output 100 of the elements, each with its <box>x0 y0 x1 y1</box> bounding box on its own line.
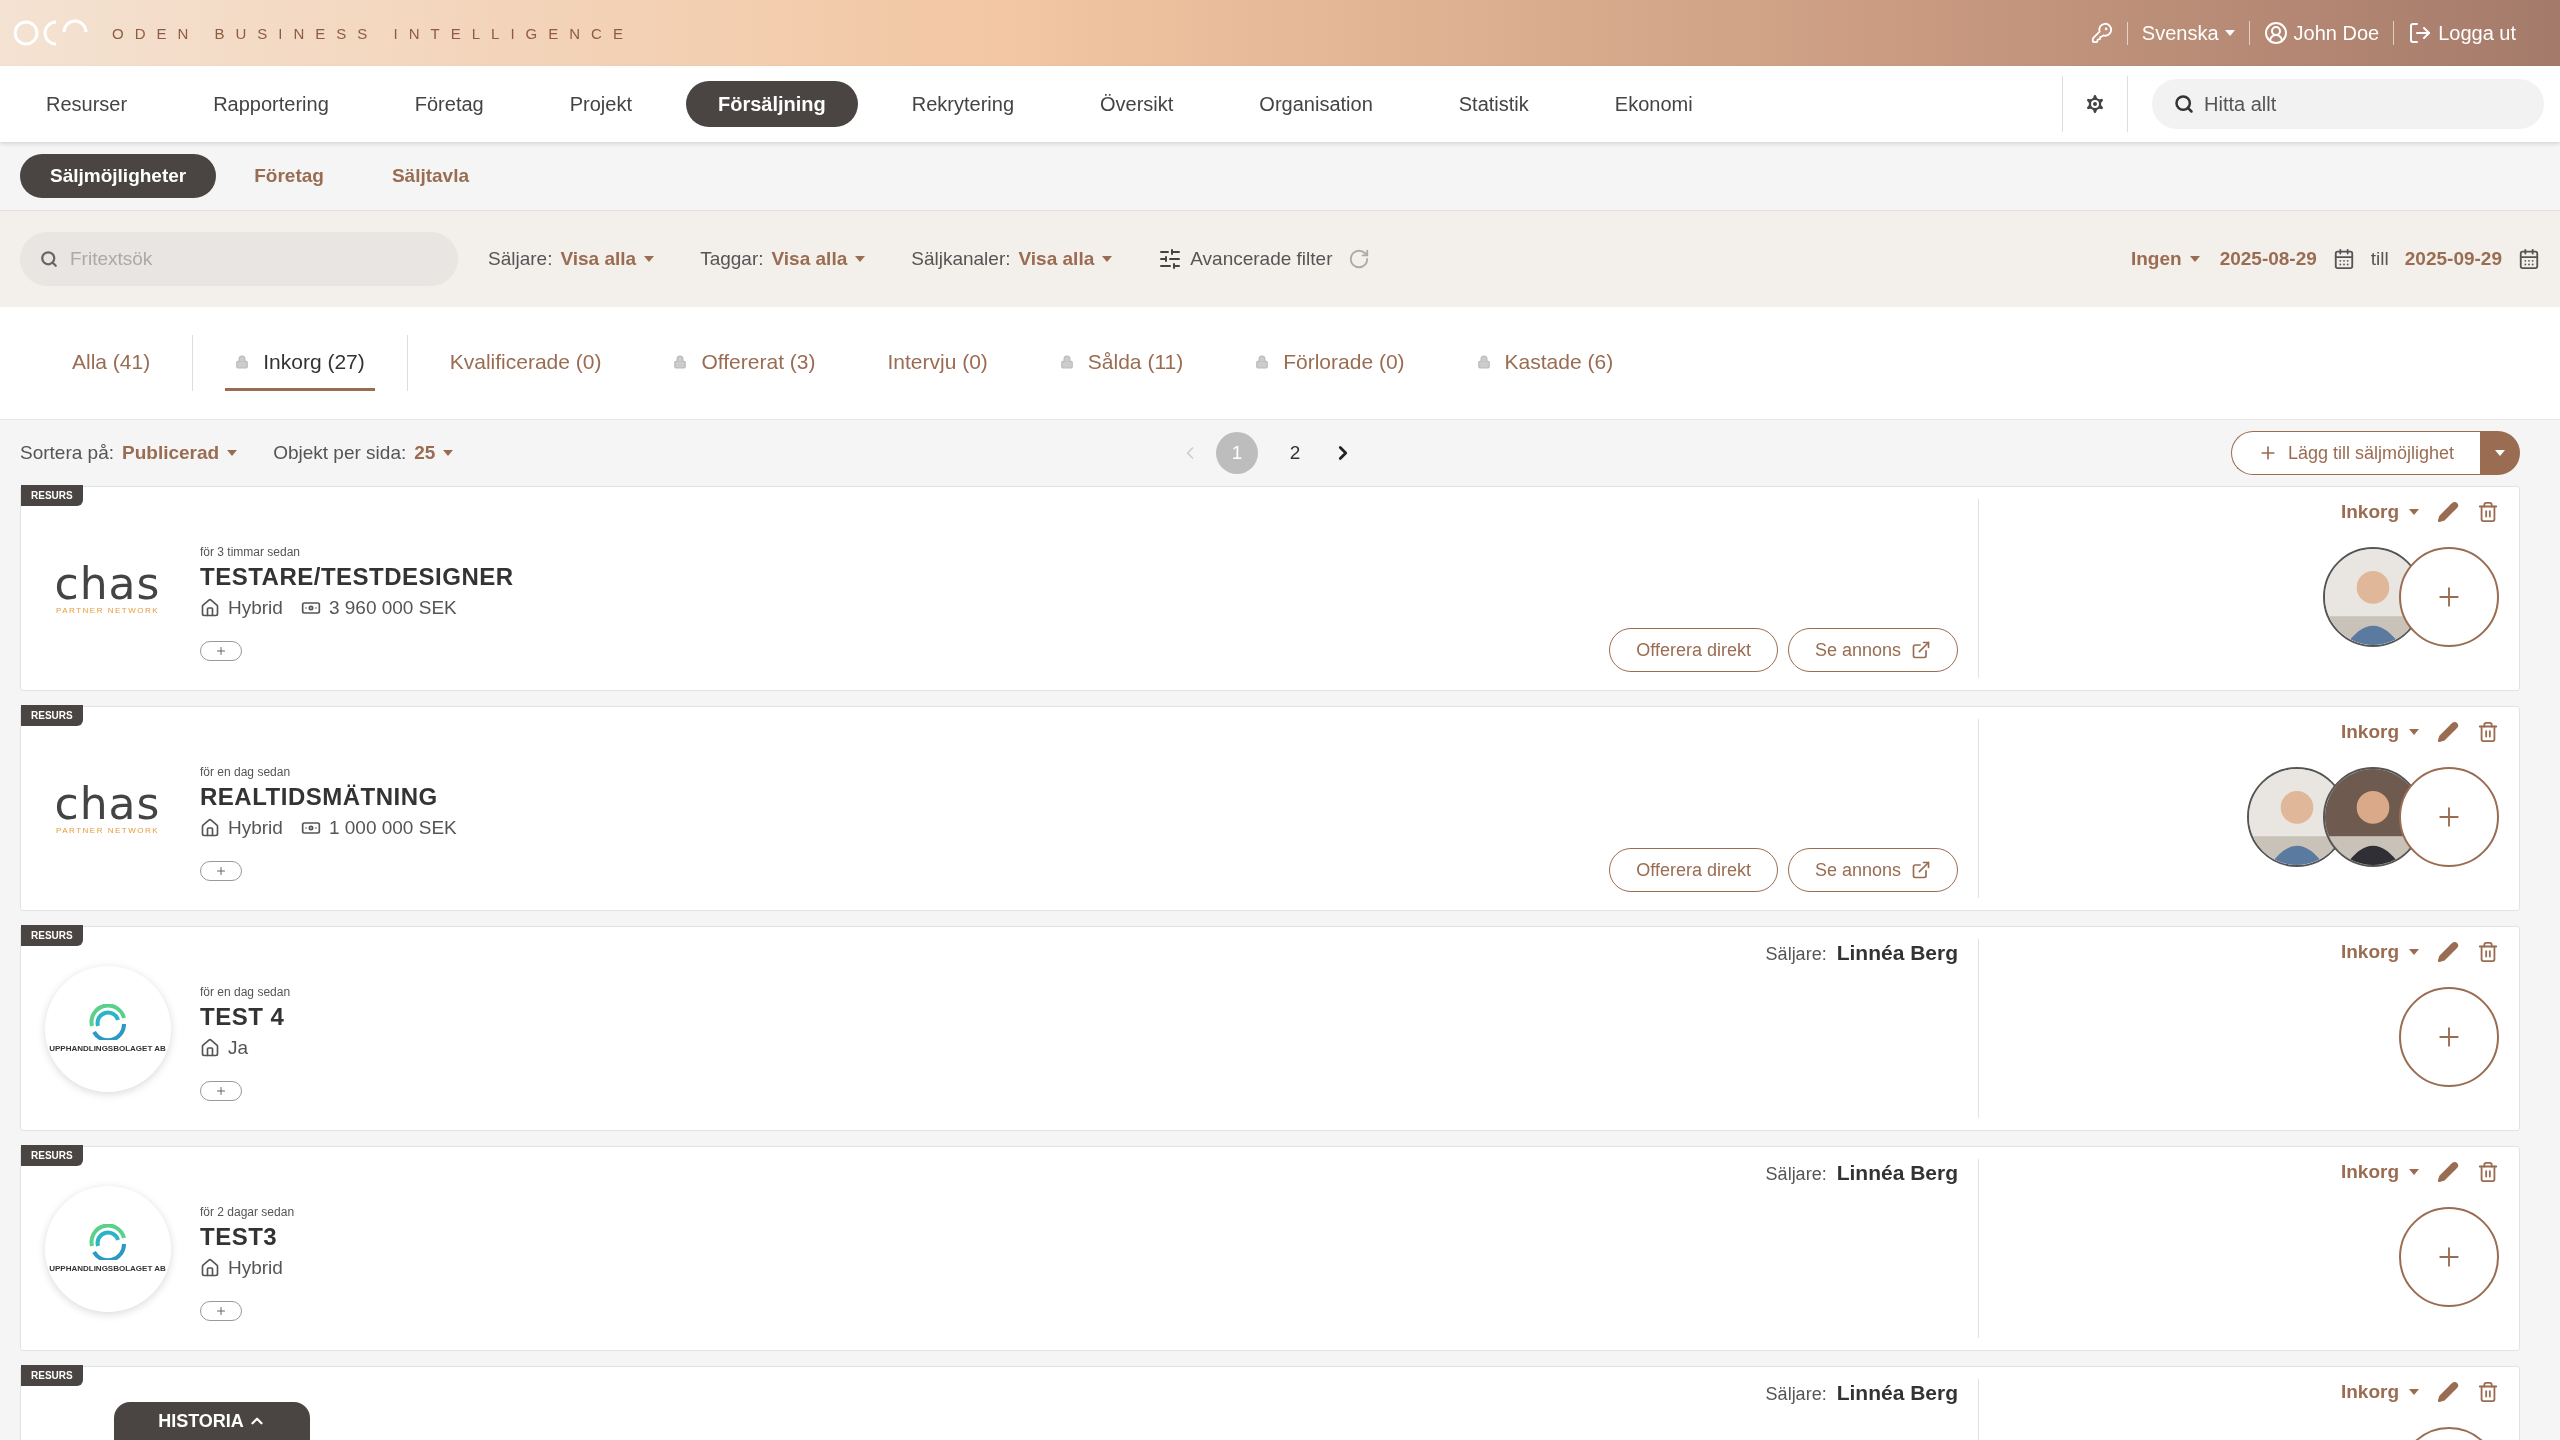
opportunity-title[interactable]: REALTIDSMÄTNING <box>200 783 1610 811</box>
status-dropdown[interactable]: Inkorg <box>2340 721 2419 743</box>
seller-name: Linnéa Berg <box>1836 1381 1958 1405</box>
status-tab[interactable]: Offererat (3) <box>663 335 826 391</box>
status-dropdown[interactable]: Inkorg <box>2340 1161 2419 1183</box>
nav-tab[interactable]: Organisation <box>1227 81 1405 127</box>
seller-name: Linnéa Berg <box>1836 941 1958 965</box>
history-button[interactable]: HISTORIA <box>114 1402 310 1440</box>
nav-tab[interactable]: Resurser <box>14 81 160 127</box>
edit-button[interactable] <box>2437 941 2459 963</box>
add-tag-button[interactable] <box>200 641 242 661</box>
status-tab[interactable]: Kastade (6) <box>1466 335 1624 391</box>
status-tab[interactable]: Kvalificerade (0) <box>439 335 612 391</box>
nav-tab[interactable]: Rapportering <box>181 81 361 127</box>
add-options-button[interactable] <box>2480 431 2520 475</box>
add-tag-button[interactable] <box>200 861 242 881</box>
pencil-icon <box>2437 1161 2459 1183</box>
trash-icon <box>2477 1161 2499 1183</box>
view-ad-button[interactable]: Se annons <box>1787 628 1958 672</box>
page-button[interactable]: 2 <box>1274 432 1316 474</box>
status-tab[interactable]: Sålda (11) <box>1049 335 1194 391</box>
advanced-filter-button[interactable]: Avancerade filter <box>1158 247 1333 271</box>
opportunity-card[interactable]: RESURS chas PARTNER NETWORK för 3 timmar sedan TESTARE/TESTDESIGNER Hybrid 3 960 000 SEK Offerera direkt Se annons Inkorg <box>20 486 2520 691</box>
posted-time: för 3 timmar sedan <box>200 545 302 559</box>
date-from[interactable]: 2025-08-29 <box>2219 248 2317 270</box>
resource-badge: RESURS <box>21 925 83 946</box>
edit-button[interactable] <box>2437 1161 2459 1183</box>
caret-icon <box>227 450 238 456</box>
sub-tab[interactable]: Säljtavla <box>361 154 499 198</box>
external-link-icon <box>1911 860 1931 880</box>
search-icon <box>2174 94 2194 114</box>
logout-link[interactable]: Logga ut <box>2393 21 2530 45</box>
opportunity-card[interactable]: RESURS UPPHANDLINGSBOLAGET AB för 2 dagar sedan TEST3 Hybrid Säljare: Linnéa Berg Inkorg <box>20 1146 2520 1351</box>
lock-icon <box>1476 354 1491 369</box>
status-tab[interactable]: Intervju (0) <box>877 335 998 391</box>
search-field[interactable]: Fritextsök <box>20 232 458 286</box>
nav-tab[interactable]: Rekrytering <box>879 81 1046 127</box>
offer-button[interactable]: Offerera direkt <box>1609 848 1778 892</box>
opportunity-card[interactable]: RESURS chas PARTNER NETWORK för en dag sedan REALTIDSMÄTNING Hybrid 1 000 000 SEK Offerera direkt Se annons Inkorg <box>20 706 2520 911</box>
external-link-icon <box>1911 640 1931 660</box>
lock-icon <box>235 354 250 369</box>
sub-tab[interactable]: Säljmöjligheter <box>20 154 217 198</box>
calendar-icon <box>2332 248 2355 270</box>
nav-tab[interactable]: Försäljning <box>685 81 858 127</box>
amount-text: 3 960 000 SEK <box>328 597 457 619</box>
edit-button[interactable] <box>2437 721 2459 743</box>
date-to[interactable]: 2025-09-29 <box>2404 248 2502 270</box>
calendar-icon <box>2518 248 2540 270</box>
nav-tab[interactable]: Översikt <box>1068 81 1206 127</box>
status-dropdown[interactable]: Inkorg <box>2340 501 2419 523</box>
status-dropdown[interactable]: Inkorg <box>2340 1381 2419 1403</box>
opportunity-title[interactable]: TEST3 <box>200 1223 1766 1251</box>
filter-dropdown[interactable]: Taggar: Visa alla <box>700 248 866 270</box>
nav-tab[interactable]: Ekonomi <box>1582 81 1725 127</box>
delete-button[interactable] <box>2477 1381 2499 1403</box>
offer-button[interactable]: Offerera direkt <box>1609 628 1778 672</box>
seller-label: Säljare: <box>1765 1384 1827 1405</box>
edit-button[interactable] <box>2437 1381 2459 1403</box>
opportunity-title[interactable]: TEST 4 <box>200 1003 1766 1031</box>
location-text: Ja <box>228 1037 249 1059</box>
filter-dropdown[interactable]: Säljare: Visa alla <box>488 248 655 270</box>
calendar-button[interactable] <box>2518 248 2540 270</box>
view-ad-button[interactable]: Se annons <box>1787 848 1958 892</box>
delete-button[interactable] <box>2477 501 2499 523</box>
company-logo: chas PARTNER NETWORK <box>54 782 161 835</box>
delete-button[interactable] <box>2477 721 2499 743</box>
brand-name: ODEN BUSINESS INTELLIGENCE <box>112 24 634 42</box>
filter-dropdown[interactable]: Säljkanaler: Visa alla <box>911 248 1113 270</box>
delete-button[interactable] <box>2477 941 2499 963</box>
opportunity-card[interactable]: RESURS UPPHANDLINGSBOLAGET AB för en dag sedan TEST 4 Ja Säljare: Linnéa Berg Inkorg <box>20 926 2520 1131</box>
settings-button[interactable] <box>2062 76 2128 132</box>
status-tab[interactable]: Alla (41) <box>62 335 161 391</box>
status-dropdown[interactable]: Inkorg <box>2340 941 2419 963</box>
trash-icon <box>2477 941 2499 963</box>
status-tab[interactable]: Förlorade (0) <box>1245 335 1415 391</box>
nav-tab[interactable]: Projekt <box>537 81 664 127</box>
period-dropdown[interactable]: Ingen <box>2130 248 2200 270</box>
sub-tab[interactable]: Företag <box>224 154 354 198</box>
nav-tab[interactable]: Företag <box>382 81 516 127</box>
search-input[interactable]: Hitta allt <box>2204 79 2522 129</box>
location-text: Hybrid <box>228 1257 283 1279</box>
sort-dropdown[interactable]: Sortera på: Publicerad <box>20 442 238 464</box>
add-opportunity-button[interactable]: Lägg till säljmöjlighet <box>2230 431 2480 475</box>
page-size-dropdown[interactable]: Objekt per sida: 25 <box>273 442 454 464</box>
delete-button[interactable] <box>2477 1161 2499 1183</box>
add-tag-button[interactable] <box>200 1301 242 1321</box>
search-field[interactable]: Hitta allt <box>2152 79 2544 129</box>
pencil-icon <box>2437 1381 2459 1403</box>
amount-text: 1 000 000 SEK <box>328 817 457 839</box>
logout-icon <box>2408 21 2433 45</box>
nav-tab[interactable]: Statistik <box>1426 81 1561 127</box>
calendar-button[interactable] <box>2332 248 2355 270</box>
seller-name: Linnéa Berg <box>1836 1161 1958 1185</box>
opportunity-title[interactable]: TESTARE/TESTDESIGNER <box>200 563 1610 591</box>
add-tag-button[interactable] <box>200 1081 242 1101</box>
status-tab[interactable]: Inkorg (27) <box>225 335 375 391</box>
pencil-icon <box>2437 501 2459 523</box>
edit-button[interactable] <box>2437 501 2459 523</box>
search-input[interactable]: Fritextsök <box>70 232 438 286</box>
resource-badge: RESURS <box>21 485 83 506</box>
